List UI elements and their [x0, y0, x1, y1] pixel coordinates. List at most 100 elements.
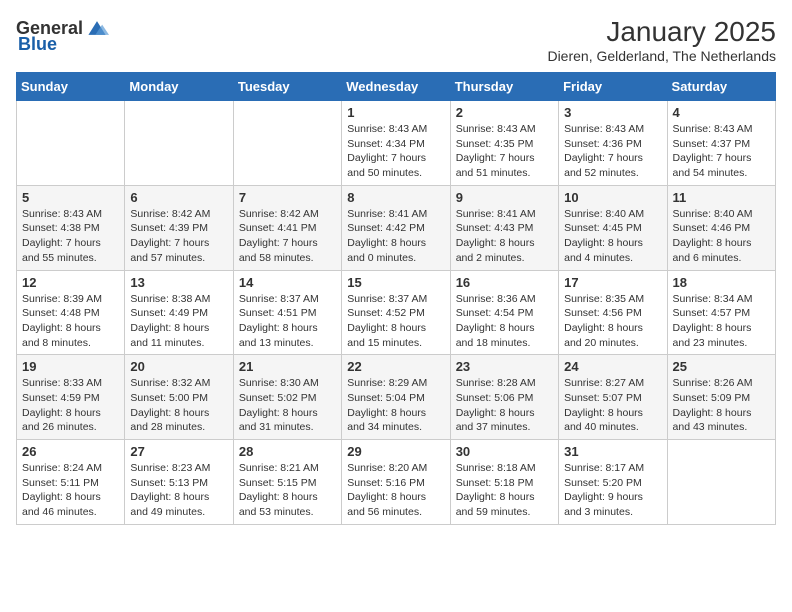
weekday-header: Sunday: [17, 73, 125, 101]
calendar-cell: 14 Sunrise: 8:37 AMSunset: 4:51 PMDayligh…: [233, 270, 341, 355]
calendar-cell: [233, 101, 341, 186]
calendar-cell: [125, 101, 233, 186]
calendar-cell: 7Sunrise: 8:42 AMSunset: 4:41 PMDaylight…: [233, 185, 341, 270]
calendar-cell: 6Sunrise: 8:42 AMSunset: 4:39 PMDaylight…: [125, 185, 233, 270]
calendar-cell: 26 Sunrise: 8:24 AMSunset: 5:11 PMDayligh…: [17, 440, 125, 525]
day-number: 18: [673, 275, 770, 290]
weekday-header: Friday: [559, 73, 667, 101]
day-info: Sunrise: 8:38 AMSunset: 4:49 PMDaylight:…: [130, 292, 227, 351]
logo-blue: Blue: [18, 34, 57, 55]
day-number: 12: [22, 275, 119, 290]
weekday-header: Monday: [125, 73, 233, 101]
weekday-header: Thursday: [450, 73, 558, 101]
calendar-cell: 22 Sunrise: 8:29 AMSunset: 5:04 PMDayligh…: [342, 355, 450, 440]
day-info: Sunrise: 8:43 AMSunset: 4:35 PMDaylight:…: [456, 122, 553, 181]
day-number: 9: [456, 190, 553, 205]
day-number: 24: [564, 359, 661, 374]
day-info: Sunrise: 8:43 AMSunset: 4:36 PMDaylight:…: [564, 122, 661, 181]
day-number: 14: [239, 275, 336, 290]
calendar-cell: 20 Sunrise: 8:32 AMSunset: 5:00 PMDayligh…: [125, 355, 233, 440]
calendar-cell: 31 Sunrise: 8:17 AMSunset: 5:20 PMDayligh…: [559, 440, 667, 525]
day-info: Sunrise: 8:39 AMSunset: 4:48 PMDaylight:…: [22, 292, 119, 351]
day-number: 17: [564, 275, 661, 290]
calendar-cell: [667, 440, 775, 525]
weekday-header: Wednesday: [342, 73, 450, 101]
calendar-week-row: 5 Sunrise: 8:43 AMSunset: 4:38 PMDaylight…: [17, 185, 776, 270]
calendar-cell: 27 Sunrise: 8:23 AMSunset: 5:13 PMDayligh…: [125, 440, 233, 525]
day-number: 3: [564, 105, 661, 120]
day-info: Sunrise: 8:24 AMSunset: 5:11 PMDaylight:…: [22, 461, 119, 520]
day-info: Sunrise: 8:43 AMSunset: 4:38 PMDaylight:…: [22, 207, 119, 266]
day-number: 26: [22, 444, 119, 459]
calendar-week-row: 12 Sunrise: 8:39 AMSunset: 4:48 PMDayligh…: [17, 270, 776, 355]
calendar-header-row: SundayMondayTuesdayWednesdayThursdayFrid…: [17, 73, 776, 101]
calendar-cell: 21 Sunrise: 8:30 AMSunset: 5:02 PMDayligh…: [233, 355, 341, 440]
day-info: Sunrise: 8:43 AMSunset: 4:37 PMDaylight:…: [673, 122, 770, 181]
day-number: 11: [673, 190, 770, 205]
calendar-cell: 9 Sunrise: 8:41 AMSunset: 4:43 PMDaylight…: [450, 185, 558, 270]
day-number: 15: [347, 275, 444, 290]
logo: General Blue: [16, 16, 109, 55]
calendar-cell: 16 Sunrise: 8:36 AMSunset: 4:54 PMDayligh…: [450, 270, 558, 355]
day-info: Sunrise: 8:23 AMSunset: 5:13 PMDaylight:…: [130, 461, 227, 520]
calendar-cell: 28 Sunrise: 8:21 AMSunset: 5:15 PMDayligh…: [233, 440, 341, 525]
day-number: 5: [22, 190, 119, 205]
day-info: Sunrise: 8:27 AMSunset: 5:07 PMDaylight:…: [564, 376, 661, 435]
day-info: Sunrise: 8:29 AMSunset: 5:04 PMDaylight:…: [347, 376, 444, 435]
day-info: Sunrise: 8:33 AMSunset: 4:59 PMDaylight:…: [22, 376, 119, 435]
page-header: General Blue January 2025 Dieren, Gelder…: [16, 16, 776, 64]
day-info: Sunrise: 8:30 AMSunset: 5:02 PMDaylight:…: [239, 376, 336, 435]
day-info: Sunrise: 8:28 AMSunset: 5:06 PMDaylight:…: [456, 376, 553, 435]
day-info: Sunrise: 8:21 AMSunset: 5:15 PMDaylight:…: [239, 461, 336, 520]
day-info: Sunrise: 8:37 AMSunset: 4:52 PMDaylight:…: [347, 292, 444, 351]
day-info: Sunrise: 8:26 AMSunset: 5:09 PMDaylight:…: [673, 376, 770, 435]
day-number: 8: [347, 190, 444, 205]
calendar-cell: 12 Sunrise: 8:39 AMSunset: 4:48 PMDayligh…: [17, 270, 125, 355]
day-info: Sunrise: 8:40 AMSunset: 4:45 PMDaylight:…: [564, 207, 661, 266]
day-info: Sunrise: 8:17 AMSunset: 5:20 PMDaylight:…: [564, 461, 661, 520]
day-number: 31: [564, 444, 661, 459]
calendar-cell: 18Sunrise: 8:34 AMSunset: 4:57 PMDayligh…: [667, 270, 775, 355]
day-info: Sunrise: 8:42 AMSunset: 4:41 PMDaylight:…: [239, 207, 336, 266]
day-info: Sunrise: 8:20 AMSunset: 5:16 PMDaylight:…: [347, 461, 444, 520]
day-number: 6: [130, 190, 227, 205]
day-number: 22: [347, 359, 444, 374]
day-number: 10: [564, 190, 661, 205]
calendar-cell: 1Sunrise: 8:43 AMSunset: 4:34 PMDaylight…: [342, 101, 450, 186]
calendar-cell: 24 Sunrise: 8:27 AMSunset: 5:07 PMDayligh…: [559, 355, 667, 440]
calendar-week-row: 19 Sunrise: 8:33 AMSunset: 4:59 PMDayligh…: [17, 355, 776, 440]
day-number: 19: [22, 359, 119, 374]
day-number: 21: [239, 359, 336, 374]
day-info: Sunrise: 8:35 AMSunset: 4:56 PMDaylight:…: [564, 292, 661, 351]
calendar-cell: 29 Sunrise: 8:20 AMSunset: 5:16 PMDayligh…: [342, 440, 450, 525]
calendar-table: SundayMondayTuesdayWednesdayThursdayFrid…: [16, 72, 776, 525]
calendar-cell: 4 Sunrise: 8:43 AMSunset: 4:37 PMDaylight…: [667, 101, 775, 186]
day-number: 30: [456, 444, 553, 459]
day-info: Sunrise: 8:32 AMSunset: 5:00 PMDaylight:…: [130, 376, 227, 435]
day-number: 27: [130, 444, 227, 459]
calendar-cell: 23Sunrise: 8:28 AMSunset: 5:06 PMDayligh…: [450, 355, 558, 440]
location-subtitle: Dieren, Gelderland, The Netherlands: [547, 48, 776, 64]
day-number: 13: [130, 275, 227, 290]
day-number: 20: [130, 359, 227, 374]
day-number: 16: [456, 275, 553, 290]
calendar-cell: 10 Sunrise: 8:40 AMSunset: 4:45 PMDayligh…: [559, 185, 667, 270]
day-number: 4: [673, 105, 770, 120]
day-info: Sunrise: 8:41 AMSunset: 4:42 PMDaylight:…: [347, 207, 444, 266]
day-number: 25: [673, 359, 770, 374]
day-number: 29: [347, 444, 444, 459]
calendar-cell: 17 Sunrise: 8:35 AMSunset: 4:56 PMDayligh…: [559, 270, 667, 355]
calendar-cell: 2Sunrise: 8:43 AMSunset: 4:35 PMDaylight…: [450, 101, 558, 186]
day-info: Sunrise: 8:37 AMSunset: 4:51 PMDaylight:…: [239, 292, 336, 351]
day-info: Sunrise: 8:41 AMSunset: 4:43 PMDaylight:…: [456, 207, 553, 266]
title-area: January 2025 Dieren, Gelderland, The Net…: [547, 16, 776, 64]
day-number: 28: [239, 444, 336, 459]
day-info: Sunrise: 8:40 AMSunset: 4:46 PMDaylight:…: [673, 207, 770, 266]
day-info: Sunrise: 8:43 AMSunset: 4:34 PMDaylight:…: [347, 122, 444, 181]
calendar-cell: 19 Sunrise: 8:33 AMSunset: 4:59 PMDayligh…: [17, 355, 125, 440]
calendar-cell: 30Sunrise: 8:18 AMSunset: 5:18 PMDayligh…: [450, 440, 558, 525]
calendar-week-row: 26 Sunrise: 8:24 AMSunset: 5:11 PMDayligh…: [17, 440, 776, 525]
day-info: Sunrise: 8:36 AMSunset: 4:54 PMDaylight:…: [456, 292, 553, 351]
calendar-cell: 5 Sunrise: 8:43 AMSunset: 4:38 PMDaylight…: [17, 185, 125, 270]
calendar-cell: 11 Sunrise: 8:40 AMSunset: 4:46 PMDayligh…: [667, 185, 775, 270]
